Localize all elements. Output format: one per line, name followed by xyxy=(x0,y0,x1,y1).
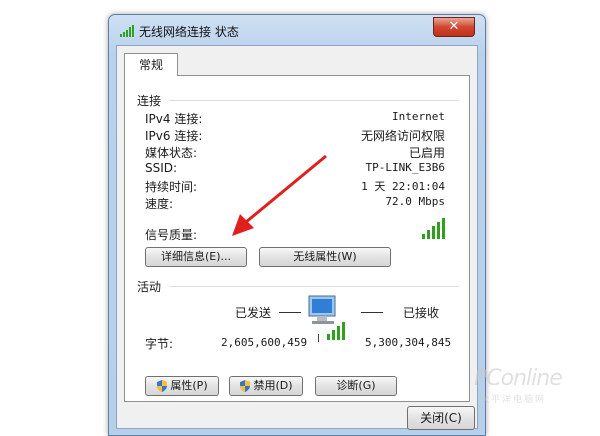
tab-general[interactable]: 常规 xyxy=(124,53,178,76)
close-window-button[interactable]: ✕ xyxy=(433,17,475,37)
activity-divider xyxy=(169,286,459,287)
row-label: 媒体状态: xyxy=(145,146,198,160)
title-bar[interactable]: 无线网络连接 状态 ✕ xyxy=(109,15,485,45)
network-computer-icon xyxy=(308,295,345,342)
row-value: Internet xyxy=(392,110,445,123)
general-panel: 连接 IPv4 连接: Internet IPv6 连接: 无网络访问权限 媒体… xyxy=(124,75,470,402)
row-value: TP-LINK_E3B6 xyxy=(365,161,445,174)
activity-heading: 活动 xyxy=(137,280,162,294)
row-label: 速度: xyxy=(145,197,174,211)
window-title: 无线网络连接 状态 xyxy=(139,25,239,39)
dialog-client-area: 常规 连接 IPv4 连接: Internet IPv6 连接: 无网络访问权限… xyxy=(116,45,478,430)
row-value: 72.0 Mbps xyxy=(385,195,445,208)
disable-button[interactable]: 禁用(D) xyxy=(229,376,303,396)
row-value: 已启用 xyxy=(408,146,445,160)
row-duration: 持续时间: 1 天 22:01:04 xyxy=(145,178,445,195)
properties-label: 属性(P) xyxy=(170,379,208,392)
connection-heading: 连接 xyxy=(137,94,162,108)
signal-quality-label: 信号质量: xyxy=(145,228,198,242)
row-label: 持续时间: xyxy=(145,180,198,194)
watermark-subtitle: 太平洋电脑网 xyxy=(480,395,547,405)
properties-button[interactable]: 属性(P) xyxy=(145,376,219,396)
row-media-state: 媒体状态: 已启用 xyxy=(145,144,445,161)
row-value: 无网络访问权限 xyxy=(360,129,445,143)
close-button[interactable]: 关闭(C) xyxy=(407,406,475,430)
details-button[interactable]: 详细信息(E)... xyxy=(145,247,247,267)
bytes-label: 字节: xyxy=(145,337,174,351)
received-label: 已接收 xyxy=(403,306,440,320)
status-dialog: 无线网络连接 状态 ✕ 常规 连接 IPv4 连接: Internet IPv6… xyxy=(108,14,486,436)
bytes-received-value: 5,300,304,845 xyxy=(365,336,452,349)
row-ipv6: IPv6 连接: 无网络访问权限 xyxy=(145,127,445,144)
wifi-signal-icon xyxy=(120,25,134,37)
uac-shield-icon xyxy=(240,380,251,392)
received-dash xyxy=(361,312,383,313)
watermark-brand: PConline xyxy=(474,366,563,391)
connection-divider xyxy=(169,100,459,101)
row-speed: 速度: 72.0 Mbps xyxy=(145,195,445,212)
sent-dash xyxy=(279,312,301,313)
disable-label: 禁用(D) xyxy=(253,379,293,392)
row-label: SSID: xyxy=(145,161,178,175)
row-ssid: SSID: TP-LINK_E3B6 xyxy=(145,161,445,178)
uac-shield-icon xyxy=(157,380,168,392)
row-ipv4: IPv4 连接: Internet xyxy=(145,110,445,127)
bytes-sent-value: 2,605,600,459 xyxy=(221,336,308,349)
sent-label: 已发送 xyxy=(235,306,272,320)
signal-strength-icon xyxy=(422,218,445,239)
wireless-properties-button[interactable]: 无线属性(W) xyxy=(259,247,391,267)
diagnose-button[interactable]: 诊断(G) xyxy=(315,376,397,396)
row-label: IPv4 连接: xyxy=(145,112,203,126)
row-label: IPv6 连接: xyxy=(145,129,203,143)
pconline-watermark: PConline 太平洋电脑网 xyxy=(474,366,594,416)
row-value: 1 天 22:01:04 xyxy=(361,180,445,193)
